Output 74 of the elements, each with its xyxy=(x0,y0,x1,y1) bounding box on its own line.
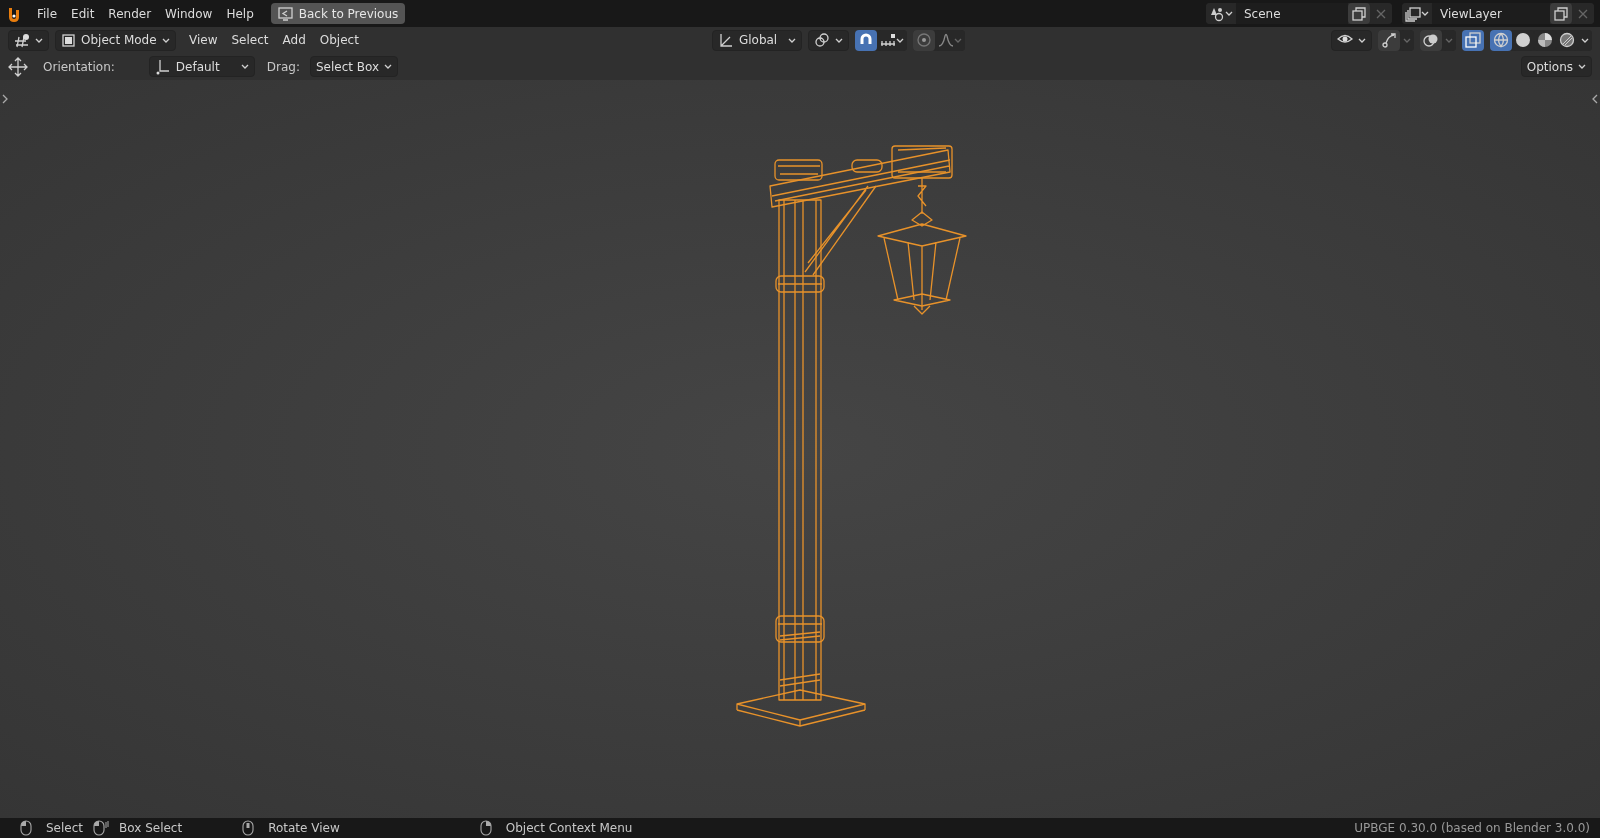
orientation-label: Orientation: xyxy=(43,58,115,76)
menu-item[interactable]: Add xyxy=(275,29,313,51)
gizmo-toggle[interactable] xyxy=(1378,29,1400,51)
sidebar-toggle-icon[interactable] xyxy=(2,94,8,104)
mode-dropdown[interactable]: Object Mode xyxy=(55,29,176,51)
copy-button[interactable] xyxy=(1348,3,1370,24)
drag-label: Drag: xyxy=(266,58,300,76)
editor-type-dropdown[interactable] xyxy=(8,29,49,51)
menu-item[interactable]: Select xyxy=(224,29,276,51)
target-icon xyxy=(915,32,932,48)
xray-toggle[interactable] xyxy=(1462,29,1484,51)
scene-icon xyxy=(1209,5,1225,22)
chevron-icon xyxy=(953,37,962,43)
snap-toggle[interactable] xyxy=(854,29,877,51)
overlays-toggle[interactable] xyxy=(1420,29,1442,51)
version-label: UPBGE 0.30.0 (based on Blender 3.0.0) xyxy=(1354,820,1590,837)
view-layer-field[interactable]: ViewLayer xyxy=(1432,3,1550,24)
chevron-icon xyxy=(1578,64,1586,69)
back-to-previous-button[interactable]: Back to Previous xyxy=(270,3,406,24)
pivot-dropdown[interactable] xyxy=(807,29,849,51)
status-hint: Select xyxy=(46,820,84,837)
status-hint: Rotate View xyxy=(268,820,340,837)
xray-icon xyxy=(1465,32,1481,48)
menu-item[interactable]: Object xyxy=(312,29,366,51)
copy-icon xyxy=(1553,5,1569,22)
solid-sphere-icon xyxy=(1515,32,1531,48)
orientation-dropdown[interactable]: Default xyxy=(148,56,255,77)
drag-dropdown[interactable]: Select Box xyxy=(310,56,399,77)
scene-field[interactable]: Scene xyxy=(1236,3,1348,24)
status-hint: Object Context Menu xyxy=(505,820,633,837)
chevron-icon xyxy=(162,37,170,43)
axes-icon xyxy=(14,32,30,48)
chevron-icon xyxy=(895,37,904,43)
chevron-icon xyxy=(1225,11,1233,16)
wireframe-sphere-icon xyxy=(1493,32,1509,48)
chevron-icon xyxy=(1358,37,1366,43)
sidebar-toggle-icon[interactable] xyxy=(1592,94,1598,104)
chevron-icon xyxy=(834,37,843,43)
chevron-icon xyxy=(1581,37,1589,43)
transform-axes-icon xyxy=(717,32,734,48)
chevron-icon xyxy=(1403,37,1411,43)
chevron-icon xyxy=(384,64,393,69)
chevron-icon xyxy=(240,64,249,69)
proportional-editing-toggle[interactable] xyxy=(912,29,935,51)
move-tool-icon[interactable] xyxy=(8,56,28,77)
menu-item[interactable]: Render xyxy=(101,2,159,25)
menu-item[interactable]: Help xyxy=(219,2,261,25)
cube-icon xyxy=(61,32,76,48)
link-icon xyxy=(813,32,830,48)
status-hint: Box Select xyxy=(119,820,183,837)
increment-icon xyxy=(879,32,896,48)
menu-item[interactable]: View xyxy=(182,29,225,51)
mouse-drag-icon xyxy=(93,820,110,836)
menu-item[interactable]: Edit xyxy=(64,2,102,25)
chevron-icon xyxy=(1445,37,1453,43)
visibility-dropdown[interactable] xyxy=(1331,29,1372,51)
layers-icon xyxy=(1405,5,1421,22)
rendered-sphere-icon xyxy=(1559,32,1575,48)
gizmo-icon xyxy=(1381,32,1397,48)
chevron-icon xyxy=(787,37,796,43)
options-dropdown[interactable]: Options xyxy=(1520,56,1592,77)
material-sphere-icon xyxy=(1537,32,1553,48)
overlay-icon xyxy=(1423,32,1439,48)
curve-icon xyxy=(937,32,954,48)
copy-button[interactable] xyxy=(1550,3,1572,24)
menu-item[interactable]: File xyxy=(30,2,65,25)
monitor-icon xyxy=(277,6,293,21)
chevron-icon xyxy=(35,37,43,43)
menu-item[interactable]: Window xyxy=(158,2,220,25)
pivot-axes-icon xyxy=(154,58,171,75)
chevron-icon xyxy=(1421,11,1429,16)
shading-mode-button[interactable] xyxy=(1490,29,1512,51)
orientation-dropdown[interactable]: Global xyxy=(711,29,802,51)
copy-icon xyxy=(1351,5,1367,22)
